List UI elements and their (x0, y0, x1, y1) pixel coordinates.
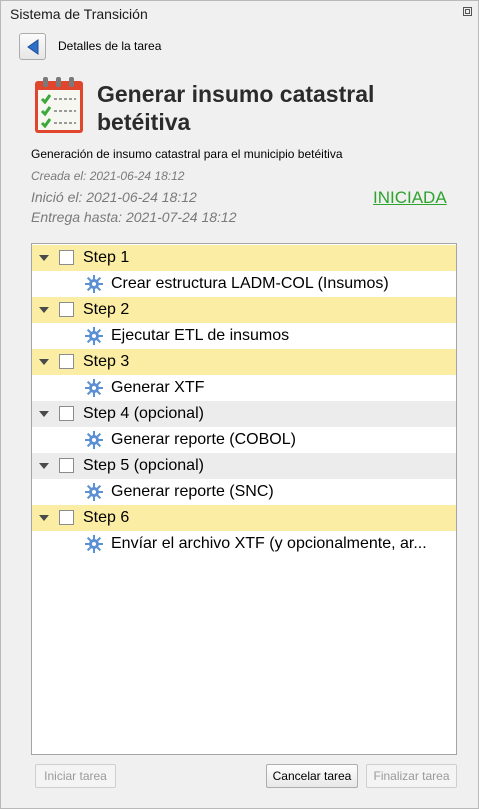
calendar-checklist-icon (35, 77, 83, 133)
chevron-down-icon[interactable] (39, 307, 49, 313)
tree-step-row[interactable]: Step 1 (32, 245, 456, 271)
gear-icon (85, 431, 103, 449)
float-window-icon[interactable] (463, 7, 472, 16)
substep-label: Envíar el archivo XTF (y opcionalmente, … (111, 535, 427, 552)
gear-icon (85, 483, 103, 501)
task-panel: Sistema de Transición Detalles de la tar… (0, 0, 479, 809)
substep-label: Generar reporte (COBOL) (111, 431, 296, 448)
substep-label: Generar reporte (SNC) (111, 483, 274, 500)
cancel-task-button[interactable]: Cancelar tarea (266, 764, 358, 788)
due-date: Entrega hasta: 2021-07-24 18:12 (31, 209, 237, 225)
tree-substep-row[interactable]: Ejecutar ETL de insumos (32, 323, 456, 349)
tree-substep-row[interactable]: Envíar el archivo XTF (y opcionalmente, … (32, 531, 456, 557)
substep-label: Crear estructura LADM-COL (Insumos) (111, 275, 389, 292)
chevron-down-icon[interactable] (39, 515, 49, 521)
task-description: Generación de insumo catastral para el m… (31, 147, 343, 161)
step-label: Step 3 (83, 353, 130, 370)
tree-step-row[interactable]: Step 4 (opcional) (32, 401, 456, 427)
chevron-down-icon[interactable] (39, 411, 49, 417)
step-checkbox[interactable] (59, 458, 74, 473)
started-date: Inició el: 2021-06-24 18:12 (31, 189, 197, 205)
gear-icon (85, 535, 103, 553)
tree-substep-row[interactable]: Generar reporte (COBOL) (32, 427, 456, 453)
tree-substep-row[interactable]: Crear estructura LADM-COL (Insumos) (32, 271, 456, 297)
gear-icon (85, 327, 103, 345)
steps-tree[interactable]: Step 1 Crear estructura LADM-COL (Insumo… (31, 243, 457, 755)
tree-step-row[interactable]: Step 3 (32, 349, 456, 375)
tree-substep-row[interactable]: Generar XTF (32, 375, 456, 401)
step-label: Step 6 (83, 509, 130, 526)
window-title: Sistema de Transición (10, 6, 148, 22)
status-link[interactable]: INICIADA (373, 188, 447, 208)
left-arrow-icon (27, 39, 39, 55)
tree-substep-row[interactable]: Generar reporte (SNC) (32, 479, 456, 505)
chevron-down-icon[interactable] (39, 463, 49, 469)
page-heading: Detalles de la tarea (58, 39, 162, 53)
task-title: Generar insumo catastral betéitiva (97, 81, 375, 135)
created-date: Creada el: 2021-06-24 18:12 (31, 169, 185, 183)
substep-label: Generar XTF (111, 379, 205, 396)
step-label: Step 1 (83, 249, 130, 266)
tree-step-row[interactable]: Step 5 (opcional) (32, 453, 456, 479)
substep-label: Ejecutar ETL de insumos (111, 327, 290, 344)
step-label: Step 5 (opcional) (83, 457, 204, 474)
gear-icon (85, 379, 103, 397)
tree-step-row[interactable]: Step 6 (32, 505, 456, 531)
gear-icon (85, 275, 103, 293)
step-checkbox[interactable] (59, 510, 74, 525)
tree-step-row[interactable]: Step 2 (32, 297, 456, 323)
back-button[interactable] (19, 33, 46, 60)
step-label: Step 2 (83, 301, 130, 318)
step-checkbox[interactable] (59, 250, 74, 265)
start-task-button[interactable]: Iniciar tarea (35, 764, 116, 788)
step-checkbox[interactable] (59, 406, 74, 421)
step-checkbox[interactable] (59, 302, 74, 317)
chevron-down-icon[interactable] (39, 255, 49, 261)
chevron-down-icon[interactable] (39, 359, 49, 365)
title-bar: Sistema de Transición (1, 1, 478, 27)
step-checkbox[interactable] (59, 354, 74, 369)
step-label: Step 4 (opcional) (83, 405, 204, 422)
finish-task-button[interactable]: Finalizar tarea (366, 764, 457, 788)
